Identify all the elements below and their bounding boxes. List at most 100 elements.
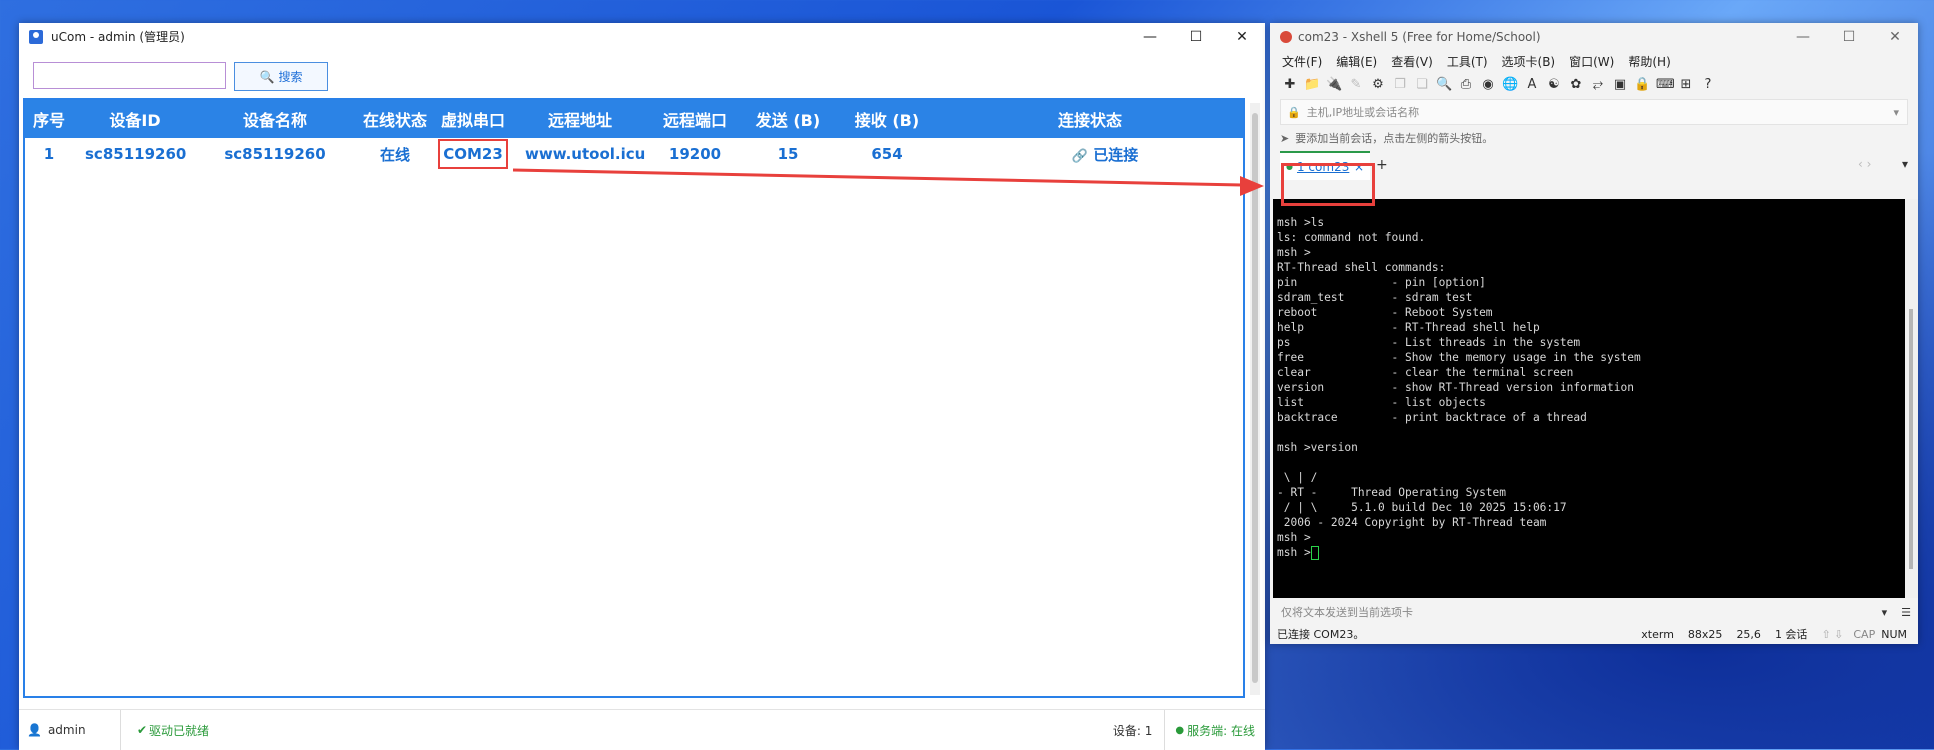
xshell-maximize-button[interactable]: ☐ (1826, 24, 1872, 51)
status-dot-icon: ● (1175, 724, 1185, 736)
reconnect-icon[interactable]: 🔌 (1326, 77, 1342, 92)
new-session-icon[interactable]: ✚ (1282, 77, 1298, 92)
minimize-button[interactable]: — (1127, 23, 1173, 50)
terminal-line: reboot - Reboot System (1277, 306, 1493, 319)
xshell-close-button[interactable]: ✕ (1872, 24, 1918, 51)
terminal-line: msh > (1277, 246, 1311, 259)
send-placeholder: 仅将文本发送到当前选项卡 (1281, 606, 1413, 619)
tab-highlight-box (1281, 163, 1375, 206)
menu-help[interactable]: 帮助(H) (1628, 53, 1670, 70)
keyboard-icon[interactable]: ⌨ (1656, 77, 1675, 92)
tab-nav-icon[interactable]: ‹ › (1858, 157, 1871, 171)
xftp2-icon[interactable]: ✿ (1568, 77, 1584, 92)
status-server: 服务端: 在线 (1187, 723, 1255, 738)
search-row: 🔍 搜索 (19, 50, 1265, 96)
copy-icon[interactable]: ❐ (1392, 77, 1408, 92)
menu-view[interactable]: 查看(V) (1391, 53, 1433, 70)
address-bar[interactable]: 🔒 主机,IP地址或会话名称 ▾ (1280, 99, 1908, 125)
status-connected: 已连接 COM23。 (1277, 628, 1365, 641)
col-recv[interactable]: 接收 (B) (837, 107, 937, 131)
globe-icon[interactable]: 🌐 (1502, 77, 1518, 92)
col-remote-port[interactable]: 远程端口 (650, 107, 740, 131)
xshell-status-bar: 已连接 COM23。 xterm 88x25 25,6 1 会话 ⇧ ⇩ CAP… (1273, 624, 1915, 644)
cell-device-id: sc85119260 (85, 145, 187, 163)
col-conn-status[interactable]: 连接状态 (1045, 107, 1135, 131)
terminal-output[interactable]: msh >ls ls: command not found. msh > RT-Thr… (1273, 199, 1905, 598)
terminal-line: list - list objects (1277, 396, 1486, 409)
lock-icon[interactable]: 🔒 (1634, 77, 1650, 92)
maximize-button[interactable]: ☐ (1173, 23, 1219, 50)
transparent-icon[interactable]: ▣ (1612, 77, 1628, 92)
cell-conn-status: 🔗 已连接 (1060, 144, 1150, 165)
col-index[interactable]: 序号 (27, 107, 71, 131)
disconnect-icon[interactable]: ✎ (1348, 77, 1364, 92)
terminal-line: 2006 - 2024 Copyright by RT-Thread team (1277, 516, 1547, 529)
font-icon[interactable]: A (1524, 77, 1540, 92)
lock-small-icon: 🔒 (1287, 105, 1301, 119)
search-button-label: 搜索 (278, 70, 303, 84)
col-device-id[interactable]: 设备ID (85, 107, 185, 131)
col-sent[interactable]: 发送 (B) (743, 107, 833, 131)
col-online[interactable]: 在线状态 (355, 107, 435, 131)
status-cap: CAP (1853, 627, 1876, 641)
xshell-icon (1280, 31, 1292, 43)
close-button[interactable]: ✕ (1219, 23, 1265, 50)
properties-icon[interactable]: ⚙ (1370, 77, 1386, 92)
send-menu-icon[interactable]: ☰ (1901, 606, 1911, 619)
status-devices: 设备: 1 (1112, 723, 1153, 738)
address-placeholder: 主机,IP地址或会话名称 (1306, 106, 1420, 119)
add-icon[interactable]: ⊞ (1678, 77, 1694, 92)
scroll-arrows-icon[interactable]: ⇧ ⇩ (1821, 628, 1843, 641)
terminal-line: msh > (1277, 545, 1901, 560)
terminal-line: clear - clear the terminal screen (1277, 366, 1574, 379)
address-dropdown-icon[interactable]: ▾ (1893, 106, 1899, 119)
open-folder-icon[interactable]: 📁 (1304, 77, 1320, 92)
col-virtual-com[interactable]: 虚拟串口 (433, 107, 513, 131)
menu-edit[interactable]: 编辑(E) (1336, 53, 1377, 70)
xshell-titlebar: com23 - Xshell 5 (Free for Home/School) … (1270, 23, 1918, 51)
terminal-line: ls: command not found. (1277, 231, 1426, 244)
ucom-titlebar: uCom - admin (管理员) — ☐ ✕ (19, 23, 1265, 50)
print-icon[interactable]: ⎙ (1458, 77, 1474, 92)
vertical-scrollbar[interactable] (1250, 103, 1260, 695)
table-row[interactable]: 1 sc85119260 sc85119260 在线 COM23 www.uto… (25, 138, 1243, 170)
xftp-icon[interactable]: ☯ (1546, 77, 1562, 92)
search-input[interactable] (33, 62, 226, 89)
help-icon[interactable]: ? (1700, 77, 1716, 92)
find-icon[interactable]: 🔍 (1436, 77, 1452, 92)
cell-virtual-com: COM23 (438, 139, 508, 169)
ucom-window: uCom - admin (管理员) — ☐ ✕ 🔍 搜索 序号 设备ID 设备… (19, 23, 1265, 750)
status-sessions: 1 会话 (1774, 628, 1808, 641)
send-dropdown-icon[interactable]: ▾ (1882, 606, 1888, 619)
menu-window[interactable]: 窗口(W) (1569, 53, 1614, 70)
terminal-line: msh > (1277, 531, 1311, 544)
fullscreen-icon[interactable]: ⥂ (1590, 77, 1606, 92)
terminal-line: free - Show the memory usage in the syst… (1277, 351, 1641, 364)
terminal-scrollbar[interactable] (1905, 199, 1918, 598)
xshell-minimize-button[interactable]: — (1780, 24, 1826, 51)
color-scheme-icon[interactable]: ◉ (1480, 77, 1496, 92)
new-tab-icon[interactable]: + (1376, 157, 1388, 173)
menu-file[interactable]: 文件(F) (1282, 53, 1322, 70)
menu-tools[interactable]: 工具(T) (1447, 53, 1488, 70)
send-bar[interactable]: 仅将文本发送到当前选项卡 ▾ ☰ (1273, 601, 1915, 623)
session-arrow-icon[interactable]: ➤ (1280, 132, 1289, 145)
col-remote-address[interactable]: 远程地址 (525, 107, 635, 131)
terminal-line: sdram_test - sdram test (1277, 291, 1473, 304)
terminal-line: msh >ls (1277, 216, 1325, 229)
status-bar: 👤 admin ✔ 驱动已就绪 设备: 1 ● 服务端: 在线 (19, 709, 1265, 750)
search-button[interactable]: 🔍 搜索 (234, 62, 328, 91)
paste-icon[interactable]: ❏ (1414, 77, 1430, 92)
conn-status-label: 已连接 (1093, 145, 1139, 164)
window-title: uCom - admin (管理员) (51, 30, 185, 44)
tab-menu-icon[interactable]: ▾ (1902, 157, 1908, 171)
terminal-line: backtrace - print backtrace of a thread (1277, 411, 1587, 424)
menu-tabs[interactable]: 选项卡(B) (1502, 53, 1556, 70)
cell-recv: 654 (871, 145, 903, 163)
terminal-line: \ | / (1277, 471, 1318, 484)
search-icon: 🔍 (259, 69, 275, 84)
cell-index: 1 (43, 145, 55, 163)
col-device-name[interactable]: 设备名称 (220, 107, 330, 131)
